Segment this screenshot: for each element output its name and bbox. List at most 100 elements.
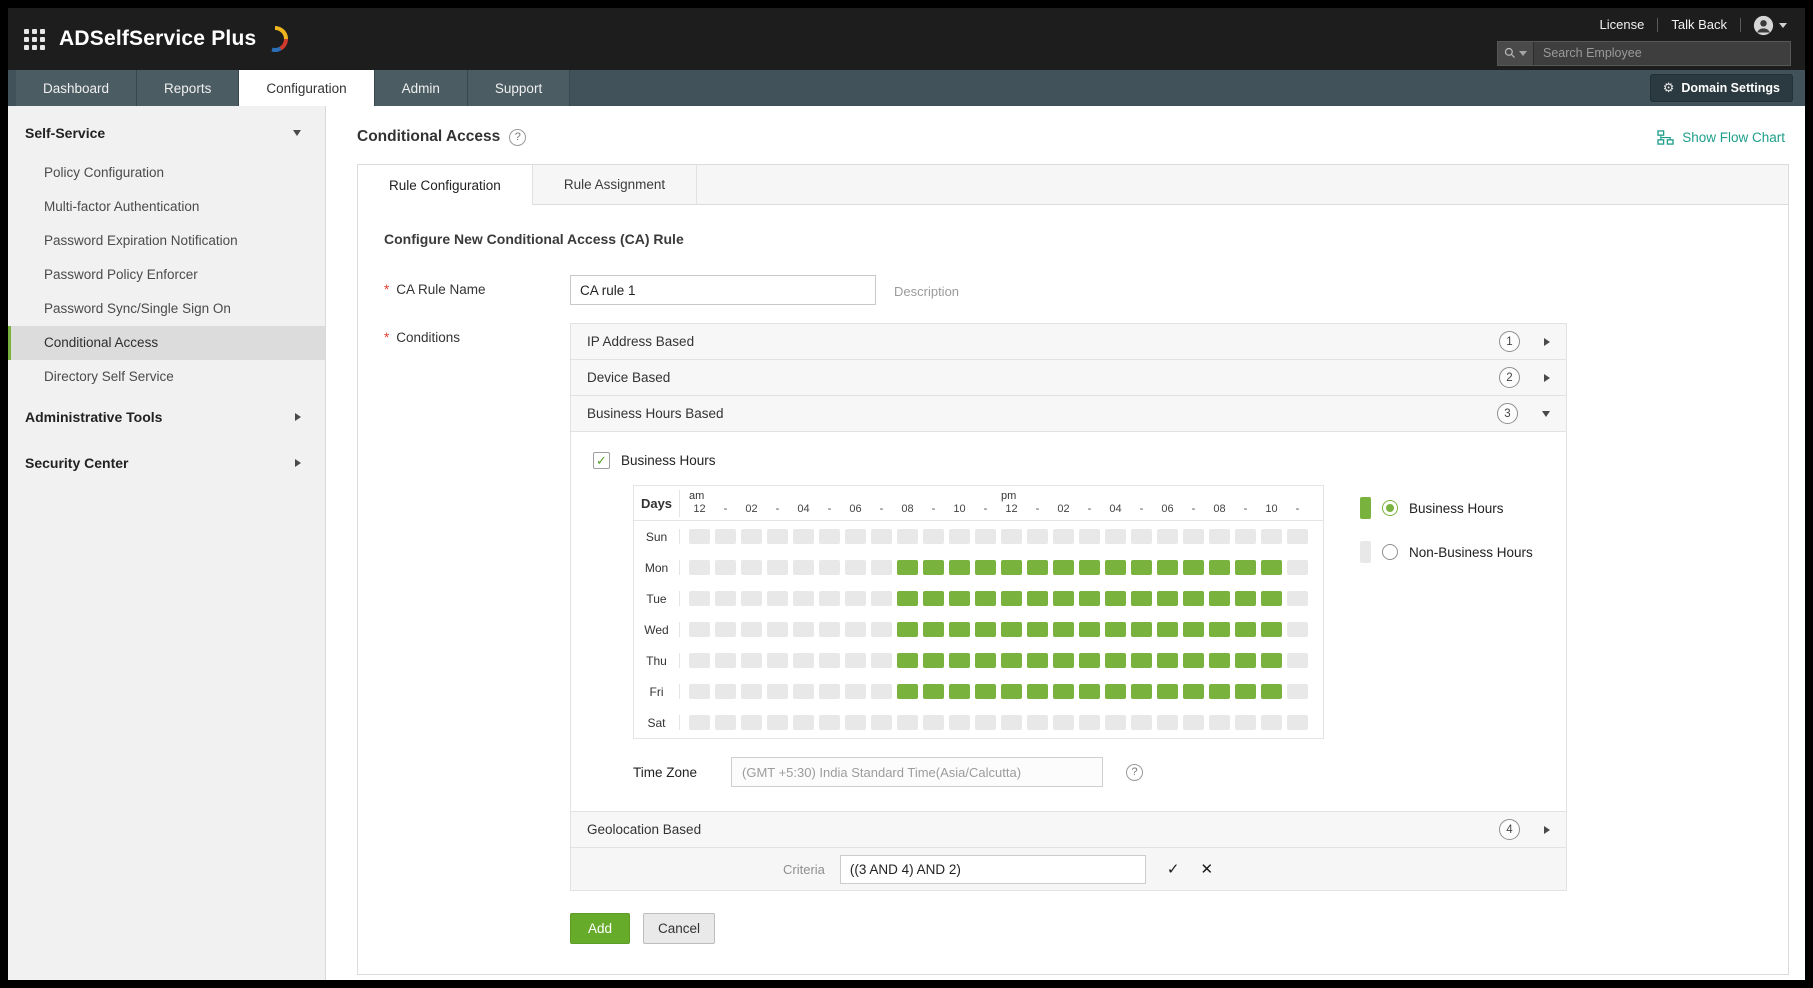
hour-cell[interactable] [1183,591,1204,606]
hour-cell[interactable] [1287,684,1308,699]
search-scope-button[interactable] [1498,41,1534,65]
hour-cell[interactable] [923,653,944,668]
hour-cell[interactable] [819,591,840,606]
hour-cell[interactable] [1027,684,1048,699]
hour-cell[interactable] [1157,529,1178,544]
hour-cell[interactable] [1027,653,1048,668]
hour-cell[interactable] [715,529,736,544]
ca-rule-name-input[interactable] [570,275,876,305]
hour-cell[interactable] [793,560,814,575]
hour-cell[interactable] [767,715,788,730]
tab-rule-configuration[interactable]: Rule Configuration [358,165,533,205]
hour-cell[interactable] [923,715,944,730]
accordion-ip-address-based[interactable]: IP Address Based 1 [570,323,1567,360]
hour-cell[interactable] [1053,715,1074,730]
hour-cell[interactable] [1053,653,1074,668]
hour-cell[interactable] [767,622,788,637]
hour-cell[interactable] [741,715,762,730]
hour-cell[interactable] [1079,684,1100,699]
hour-cell[interactable] [1131,560,1152,575]
hour-cell[interactable] [1209,560,1230,575]
non-business-hours-radio[interactable] [1382,544,1398,560]
hour-cell[interactable] [1131,622,1152,637]
hour-cell[interactable] [975,653,996,668]
sidebar-section-security-center[interactable]: Security Center [8,440,325,486]
hour-cell[interactable] [1131,684,1152,699]
hour-cell[interactable] [871,653,892,668]
hour-cell[interactable] [949,529,970,544]
hour-cell[interactable] [871,715,892,730]
hour-cell[interactable] [975,560,996,575]
hour-cell[interactable] [793,715,814,730]
hour-cell[interactable] [1235,529,1256,544]
hour-cell[interactable] [1001,591,1022,606]
search-input[interactable] [1534,46,1790,60]
hour-cell[interactable] [1261,715,1282,730]
sidebar-item-directory-self-service[interactable]: Directory Self Service [8,360,325,394]
hour-cell[interactable] [793,622,814,637]
hour-cell[interactable] [1261,653,1282,668]
hour-cell[interactable] [871,560,892,575]
hour-cell[interactable] [975,529,996,544]
sidebar-item-password-sync-single-sign-on[interactable]: Password Sync/Single Sign On [8,292,325,326]
hour-cell[interactable] [793,653,814,668]
hour-cell[interactable] [1131,591,1152,606]
sidebar-item-password-expiration-notification[interactable]: Password Expiration Notification [8,224,325,258]
legend-business-hours[interactable]: Business Hours [1360,497,1533,519]
hour-cell[interactable] [793,684,814,699]
hour-cell[interactable] [1157,715,1178,730]
check-icon[interactable]: ✓ [1167,860,1180,878]
hour-cell[interactable] [1001,684,1022,699]
hour-cell[interactable] [923,684,944,699]
hour-cell[interactable] [897,684,918,699]
hour-cell[interactable] [1053,591,1074,606]
hour-cell[interactable] [949,684,970,699]
talkback-link[interactable]: Talk Back [1658,18,1741,32]
hour-cell[interactable] [1157,684,1178,699]
hour-cell[interactable] [1053,622,1074,637]
hour-cell[interactable] [871,529,892,544]
nav-item-dashboard[interactable]: Dashboard [16,70,138,106]
hour-cell[interactable] [715,715,736,730]
hour-cell[interactable] [715,684,736,699]
hour-cell[interactable] [1183,684,1204,699]
hour-cell[interactable] [793,591,814,606]
hour-cell[interactable] [1079,591,1100,606]
hour-cell[interactable] [871,684,892,699]
tab-rule-assignment[interactable]: Rule Assignment [533,165,698,204]
hour-cell[interactable] [1027,715,1048,730]
hour-cell[interactable] [1209,591,1230,606]
hour-cell[interactable] [767,529,788,544]
hour-cell[interactable] [1079,715,1100,730]
hour-cell[interactable] [1261,591,1282,606]
user-menu[interactable] [1741,15,1791,36]
business-hours-radio[interactable] [1382,500,1398,516]
sidebar-item-password-policy-enforcer[interactable]: Password Policy Enforcer [8,258,325,292]
hour-cell[interactable] [1105,715,1126,730]
hour-cell[interactable] [1261,684,1282,699]
hour-cell[interactable] [1105,529,1126,544]
hour-cell[interactable] [1131,529,1152,544]
hour-cell[interactable] [1027,560,1048,575]
hour-cell[interactable] [1235,684,1256,699]
hour-cell[interactable] [767,653,788,668]
hour-cell[interactable] [689,684,710,699]
hour-cell[interactable] [1001,622,1022,637]
hour-cell[interactable] [767,560,788,575]
hour-cell[interactable] [1105,653,1126,668]
nav-item-configuration[interactable]: Configuration [239,70,375,106]
hour-cell[interactable] [1235,591,1256,606]
hour-cell[interactable] [975,591,996,606]
license-link[interactable]: License [1587,18,1659,32]
hour-cell[interactable] [1261,529,1282,544]
hour-cell[interactable] [975,684,996,699]
hour-cell[interactable] [1235,715,1256,730]
brand-logo[interactable]: ADSelfService Plus [59,24,290,54]
hour-cell[interactable] [871,622,892,637]
hour-cell[interactable] [1235,560,1256,575]
sidebar-item-conditional-access[interactable]: Conditional Access [8,326,325,360]
hour-cell[interactable] [1079,622,1100,637]
hour-cell[interactable] [845,560,866,575]
hour-cell[interactable] [923,529,944,544]
hour-cell[interactable] [949,591,970,606]
